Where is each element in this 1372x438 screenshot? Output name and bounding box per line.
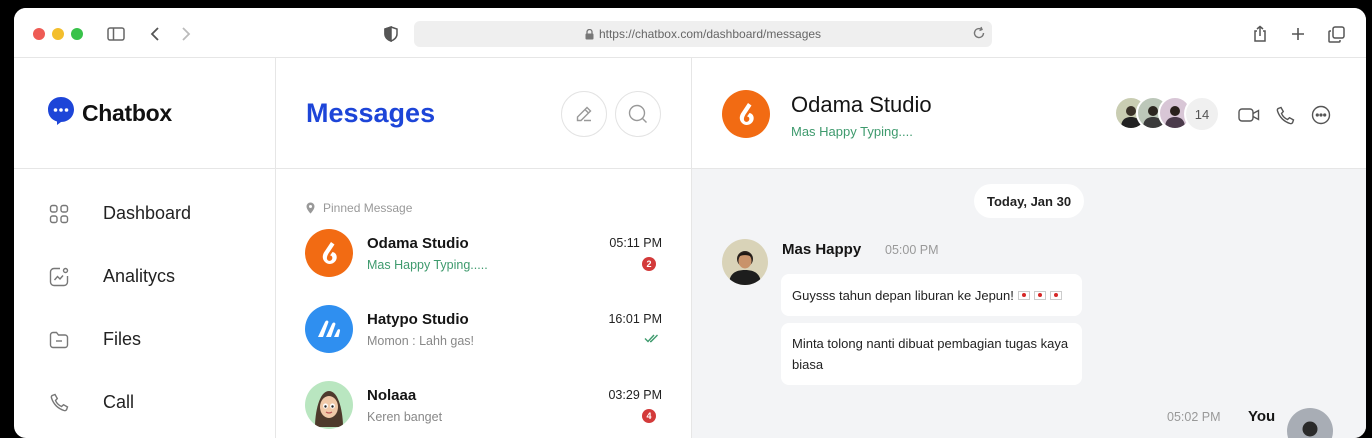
message-time: 05:00 PM [885, 243, 939, 257]
avatar [722, 239, 768, 285]
avatar [1287, 408, 1333, 438]
pencil-icon [575, 105, 593, 123]
search-icon [628, 104, 648, 124]
sidebar-item-files[interactable]: Files [14, 308, 275, 371]
url-text: https://chatbox.com/dashboard/messages [598, 27, 822, 41]
double-check-icon [644, 334, 660, 343]
phone-call-icon[interactable] [1274, 104, 1296, 126]
page-title: Messages [306, 98, 436, 128]
sidebar-item-analytics[interactable]: Analitycs [14, 245, 275, 308]
japan-flag-icon [1049, 290, 1062, 300]
browser-window: https://chatbox.com/dashboard/messages C… [14, 8, 1366, 438]
avatar [305, 381, 353, 429]
browser-toolbar: https://chatbox.com/dashboard/messages [14, 8, 1366, 58]
conversation-item[interactable]: Nolaaa Keren banget 03:29 PM 4 [276, 371, 691, 438]
sidebar-item-dashboard[interactable]: Dashboard [14, 182, 275, 245]
privacy-shield-icon[interactable] [380, 23, 402, 45]
conversation-name: Hatypo Studio [367, 311, 469, 328]
messages-panel: Messages Pinned Message Odama Studio Mas… [276, 58, 692, 438]
conversation-time: 05:11 PM [609, 236, 662, 250]
sidebar-item-label: Analitycs [103, 266, 176, 286]
minimize-window-button[interactable] [52, 28, 64, 40]
conversation-name: Odama Studio [367, 235, 469, 252]
conversation-item[interactable]: Hatypo Studio Momon : Lahh gas! 16:01 PM [276, 295, 691, 371]
avatar [722, 90, 770, 138]
chat-panel: Odama Studio Mas Happy Typing.... 14 Tod… [692, 58, 1366, 438]
reload-icon[interactable] [972, 26, 986, 40]
message-bubble[interactable]: Guysss tahun depan liburan ke Jepun! [781, 274, 1082, 316]
avatar [305, 229, 353, 277]
conversation-time: 03:29 PM [608, 388, 662, 402]
tab-overview-icon[interactable] [1325, 23, 1347, 45]
grid-icon [48, 203, 70, 225]
maximize-window-button[interactable] [71, 28, 83, 40]
conversation-preview: Keren banget [367, 410, 443, 424]
message-sender-name: You [1248, 408, 1276, 425]
sidebar-item-label: Dashboard [103, 203, 192, 223]
new-tab-icon[interactable] [1287, 23, 1309, 45]
pin-icon [306, 202, 315, 214]
conversation-time: 16:01 PM [608, 312, 662, 326]
pinned-label-text: Pinned Message [323, 201, 413, 215]
chat-title: Odama Studio [791, 92, 932, 117]
message-sender-name: Mas Happy [782, 241, 862, 258]
sidebar-item-label: Call [103, 392, 135, 412]
participants-stack[interactable]: 14 [1114, 96, 1220, 132]
share-icon[interactable] [1249, 23, 1271, 45]
sidebar-item-label: Files [103, 329, 142, 349]
unread-badge: 2 [642, 257, 656, 271]
message-text: Minta tolong nanti dibuat pembagian tuga… [792, 336, 1069, 372]
messages-header: Messages [276, 58, 691, 169]
japan-flag-icon [1017, 290, 1030, 300]
brand-logo[interactable]: Chatbox [14, 58, 275, 169]
chat-bubble-logo-icon [47, 96, 75, 131]
search-button[interactable] [615, 91, 661, 137]
video-call-icon[interactable] [1238, 104, 1260, 126]
forward-icon[interactable] [175, 23, 197, 45]
conversation-name: Nolaaa [367, 387, 417, 404]
conversation-preview: Mas Happy Typing..... [367, 258, 488, 272]
conversation-preview: Momon : Lahh gas! [367, 334, 475, 348]
close-window-button[interactable] [33, 28, 45, 40]
phone-icon [48, 392, 70, 414]
analytics-icon [48, 266, 70, 288]
date-separator: Today, Jan 30 [974, 184, 1085, 218]
sidebar: Chatbox Dashboard Analitycs Files Call [14, 58, 276, 438]
sidebar-toggle-icon[interactable] [105, 23, 127, 45]
typing-status: Mas Happy Typing.... [791, 124, 913, 139]
conversation-item[interactable]: Odama Studio Mas Happy Typing..... 05:11… [276, 219, 691, 295]
address-bar[interactable]: https://chatbox.com/dashboard/messages [414, 21, 992, 47]
more-participants-count: 14 [1184, 96, 1220, 132]
message-time: 05:02 PM [1167, 410, 1221, 424]
more-options-icon[interactable] [1310, 104, 1332, 126]
back-icon[interactable] [144, 23, 166, 45]
brand-name: Chatbox [82, 99, 172, 126]
japan-flag-icon [1033, 290, 1046, 300]
sidebar-item-call[interactable]: Call [14, 371, 275, 434]
pinned-section-label: Pinned Message [306, 201, 691, 215]
avatar [305, 305, 353, 353]
lock-icon [585, 28, 594, 40]
chat-header: Odama Studio Mas Happy Typing.... 14 [692, 58, 1366, 169]
message-text: Guysss tahun depan liburan ke Jepun! [792, 287, 1014, 303]
compose-button[interactable] [561, 91, 607, 137]
folder-icon [48, 329, 70, 351]
message-bubble[interactable]: Minta tolong nanti dibuat pembagian tuga… [781, 323, 1082, 385]
